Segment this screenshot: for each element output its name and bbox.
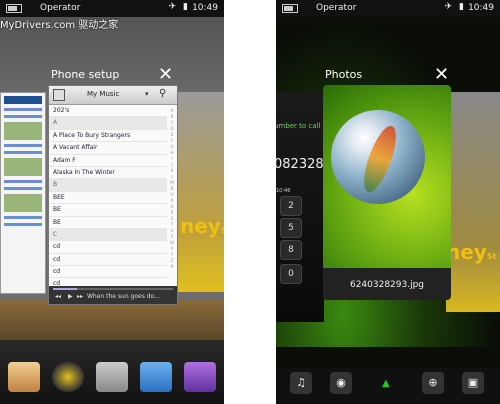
mail-icon[interactable] (8, 362, 40, 392)
list-item[interactable]: 202's (49, 105, 167, 118)
list-item[interactable]: cd (49, 254, 167, 267)
list-item[interactable]: Alaska In The Winter (49, 167, 167, 180)
list-item[interactable]: BEE (49, 192, 167, 205)
now-playing-title: When the sun goes do... (87, 293, 160, 300)
battery-icon (6, 4, 22, 13)
app-switch-icon[interactable] (53, 89, 65, 101)
photo-filename: 6240328293.jpg (349, 280, 425, 290)
gallery-icon[interactable]: ▣ (462, 372, 484, 394)
alphabet-index[interactable]: A B C D E F G H I J K L M N O P Q R S T U V W X Y Z # (169, 108, 175, 270)
play-icon[interactable]: ▶ (68, 293, 73, 300)
dialer-number: 082328 (276, 157, 324, 172)
status-bar: Operator ✈ ▮ 10:49 (276, 0, 500, 17)
camera-icon[interactable]: ◉ (330, 372, 352, 394)
source-label: My Music (87, 90, 120, 98)
artist-list: 202's A A Place To Bury Strangers A Vacant … (49, 105, 167, 291)
dial-key[interactable]: 8 (280, 240, 302, 260)
left-phone-screen: Operator ✈ ▮ 10:49 neySt Phone setup ✕ M… (0, 0, 224, 404)
dialog-title: Photos (325, 68, 363, 81)
connectivity-icons: ✈ ▮ (168, 2, 190, 12)
list-item[interactable]: BE (49, 217, 167, 229)
right-phone-screen: Operator ✈ ▮ 10:49 10:46 umber to call 0… (276, 0, 500, 404)
settings-icon[interactable] (52, 362, 84, 392)
music-icon[interactable]: ♫ (290, 372, 312, 394)
dial-key[interactable]: 0 (280, 264, 302, 284)
globe-icon[interactable]: ⊕ (422, 372, 444, 394)
battery-icon (282, 4, 298, 13)
map-icon[interactable] (184, 362, 216, 392)
chevron-down-icon[interactable]: ▾ (145, 90, 149, 98)
dial-key[interactable]: 2 (280, 196, 302, 216)
marble-image (331, 110, 425, 204)
photo-card-thumbnail[interactable]: neySt (176, 92, 224, 292)
list-section-header: B (49, 179, 167, 192)
list-item[interactable]: BE (49, 204, 167, 217)
clock: 10:49 (468, 3, 494, 13)
music-header: My Music ▾ ⚲ (49, 86, 177, 105)
street-sign: neySt (446, 240, 497, 264)
launcher-arrow-icon[interactable]: ▲ (382, 378, 390, 389)
dialer-prompt: umber to call (276, 122, 321, 130)
photo-viewer-card[interactable]: 6240328293.jpg (323, 85, 451, 300)
list-item[interactable]: Adam F (49, 155, 167, 167)
music-player-card[interactable]: My Music ▾ ⚲ 202's A A Place To Bury Stran… (48, 85, 178, 305)
next-icon[interactable]: ▸▸ (77, 293, 83, 300)
search-icon[interactable]: ⚲ (159, 88, 171, 100)
connectivity-icons: ✈ ▮ (444, 2, 466, 12)
previous-icon[interactable]: ◂◂ (55, 293, 61, 300)
now-playing-bar: ◂◂ ▶ ▸▸ When the sun goes do... (49, 286, 177, 304)
list-section-header: C (49, 228, 167, 242)
street-sign: neySt (180, 214, 224, 238)
clock: 10:49 (192, 3, 218, 13)
list-item[interactable]: cd (49, 241, 167, 254)
operator-label: Operator (40, 3, 81, 13)
operator-label: Operator (316, 3, 357, 13)
wallpaper-cartoon (0, 300, 224, 340)
dial-key[interactable]: 5 (280, 218, 302, 238)
close-icon[interactable]: ✕ (158, 66, 173, 84)
phone-icon[interactable] (140, 362, 172, 392)
list-item[interactable]: cd (49, 266, 167, 279)
list-item[interactable]: A Place To Bury Strangers (49, 130, 167, 143)
photo-card-thumbnail[interactable]: neySt (446, 92, 500, 312)
dialer-time: 10:46 (276, 188, 291, 194)
list-item[interactable]: A Vacant Affair (49, 142, 167, 155)
status-bar: Operator ✈ ▮ 10:49 (0, 0, 224, 17)
list-section-header: A (49, 117, 167, 130)
close-icon[interactable]: ✕ (434, 66, 449, 84)
progress-bar[interactable] (53, 288, 173, 290)
dialog-title: Phone setup (51, 68, 120, 81)
browser-card-thumbnail[interactable] (0, 92, 46, 294)
photo-image[interactable] (323, 85, 451, 268)
watermark: MyDrivers.com 驱动之家 (0, 20, 119, 31)
app-launcher-icon[interactable] (96, 362, 128, 392)
